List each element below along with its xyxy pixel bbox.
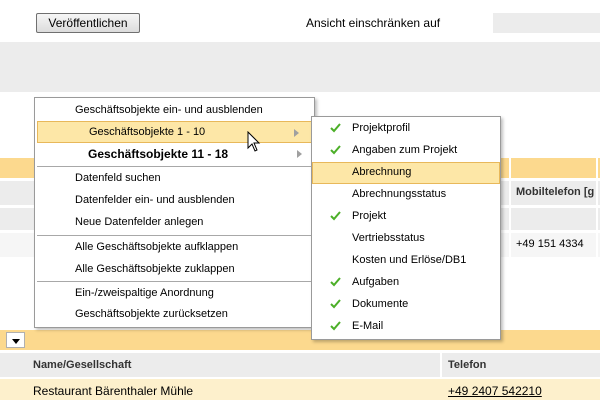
view-restrict-select[interactable] xyxy=(493,13,600,33)
check-icon xyxy=(330,299,341,309)
menu-item-objects-11-18[interactable]: Geschäftsobjekte 11 - 18 xyxy=(35,143,314,165)
submenu-item-projekt[interactable]: Projekt xyxy=(312,206,500,228)
column-header-phone[interactable]: Telefon xyxy=(448,359,486,371)
chevron-right-icon xyxy=(294,129,299,137)
submenu-item-label: E-Mail xyxy=(352,320,384,332)
menu-item-search-field[interactable]: Datenfeld suchen xyxy=(35,167,314,189)
submenu-item-aufgaben[interactable]: Aufgaben xyxy=(312,272,500,294)
chevron-right-icon xyxy=(297,150,302,158)
check-icon xyxy=(330,321,341,331)
submenu-item-kosten[interactable]: Kosten und Erlöse/DB1 xyxy=(312,250,500,272)
menu-item-label: Geschäftsobjekte 11 - 18 xyxy=(88,147,229,161)
mouse-cursor-icon xyxy=(247,131,261,152)
view-restrict-label: Ansicht einschränken auf xyxy=(306,16,441,30)
submenu-item-label: Abrechnungsstatus xyxy=(352,188,447,200)
check-icon xyxy=(330,277,341,287)
menu-item-new-fields[interactable]: Neue Datenfelder anlegen xyxy=(35,211,314,233)
menu-item-column-layout[interactable]: Ein-/zweispaltige Anordnung xyxy=(35,282,314,304)
menu-item-label: Alle Geschäftsobjekte aufklappen xyxy=(75,241,239,253)
menu-item-label: Alle Geschäftsobjekte zuklappen xyxy=(75,263,235,275)
menu-item-label: Geschäftsobjekte 1 - 10 xyxy=(89,126,206,138)
mobile-phone-value: +49 151 4334 xyxy=(516,238,584,250)
toolbar-band xyxy=(0,42,600,92)
submenu-item-email[interactable]: E-Mail xyxy=(312,316,500,338)
submenu-item-label: Kosten und Erlöse/DB1 xyxy=(352,254,467,266)
submenu-item-abrechnungsstatus[interactable]: Abrechnungsstatus xyxy=(312,184,500,206)
submenu-item-abrechnung[interactable]: Abrechnung xyxy=(312,162,500,184)
menu-item-label: Geschäftsobjekte zurücksetzen xyxy=(75,308,228,320)
section-header-bar xyxy=(0,330,600,350)
menu-item-label: Neue Datenfelder anlegen xyxy=(75,216,204,228)
submenu-item-label: Abrechnung xyxy=(352,166,412,178)
menu-item-label: Geschäftsobjekte ein- und ausblenden xyxy=(75,104,263,116)
menu-item-toggle-objects[interactable]: Geschäftsobjekte ein- und ausblenden xyxy=(35,99,314,121)
menu-item-expand-all[interactable]: Alle Geschäftsobjekte aufklappen xyxy=(35,236,314,258)
publish-button[interactable]: Veröffentlichen xyxy=(36,13,140,33)
context-menu: Geschäftsobjekte ein- und ausblenden Ges… xyxy=(34,97,315,328)
submenu-item-label: Angaben zum Projekt xyxy=(352,144,458,156)
menu-item-toggle-fields[interactable]: Datenfelder ein- und ausblenden xyxy=(35,189,314,211)
submenu-item-projektprofil[interactable]: Projektprofil xyxy=(312,118,500,140)
submenu-objects-1-10: Projektprofil Angaben zum Projekt Abrech… xyxy=(311,116,501,340)
menu-item-objects-1-10[interactable]: Geschäftsobjekte 1 - 10 xyxy=(37,121,312,143)
column-divider xyxy=(596,158,598,258)
phone-link[interactable]: +49 2407 542210 xyxy=(448,384,542,398)
check-icon xyxy=(330,145,341,155)
submenu-item-label: Projektprofil xyxy=(352,122,411,134)
submenu-item-angaben[interactable]: Angaben zum Projekt xyxy=(312,140,500,162)
submenu-item-label: Vertriebsstatus xyxy=(352,232,425,244)
submenu-item-vertriebsstatus[interactable]: Vertriebsstatus xyxy=(312,228,500,250)
menu-item-label: Ein-/zweispaltige Anordnung xyxy=(75,287,214,299)
column-divider xyxy=(509,158,511,258)
submenu-item-label: Aufgaben xyxy=(352,276,400,288)
menu-item-label: Datenfeld suchen xyxy=(75,172,161,184)
menu-item-label: Datenfelder ein- und ausblenden xyxy=(75,194,235,206)
column-header-name[interactable]: Name/Gesellschaft xyxy=(33,359,131,371)
menu-item-collapse-all[interactable]: Alle Geschäftsobjekte zuklappen xyxy=(35,258,314,280)
company-name-cell: Restaurant Bärenthaler Mühle xyxy=(33,384,194,398)
section-dropdown-button[interactable] xyxy=(6,332,25,348)
chevron-down-icon xyxy=(12,339,20,344)
submenu-item-dokumente[interactable]: Dokumente xyxy=(312,294,500,316)
mobile-column-header: Mobiltelefon [g xyxy=(516,186,595,198)
check-icon xyxy=(330,211,341,221)
submenu-item-label: Dokumente xyxy=(352,298,409,310)
submenu-item-label: Projekt xyxy=(352,210,387,222)
menu-item-reset-objects[interactable]: Geschäftsobjekte zurücksetzen xyxy=(35,303,314,325)
check-icon xyxy=(330,123,341,133)
